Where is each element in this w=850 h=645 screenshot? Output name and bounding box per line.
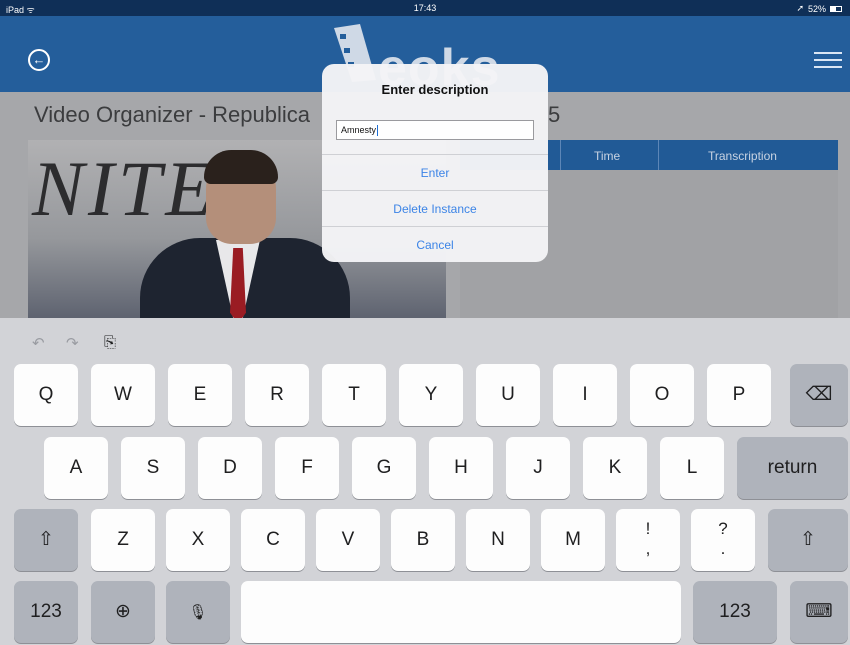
globe-icon: ⊕ [115,601,131,622]
key-question-period[interactable]: ? . [691,509,755,571]
back-arrow-icon: ← [32,52,46,67]
key-x[interactable]: X [166,509,230,571]
key-k[interactable]: K [583,437,647,499]
enter-button[interactable]: Enter [322,154,548,191]
microphone-icon: 🎙 [188,604,208,621]
key-u[interactable]: U [476,364,540,426]
key-h[interactable]: H [429,437,493,499]
speaker-hair [204,150,278,184]
description-input-value: Amnesty [341,125,377,135]
key-r[interactable]: R [245,364,309,426]
space-bar[interactable] [241,581,681,643]
hamburger-menu-button[interactable] [814,52,842,68]
key-f[interactable]: F [275,437,339,499]
key-y[interactable]: Y [399,364,463,426]
shift-key-right[interactable]: ⇧ [768,509,848,571]
key-p[interactable]: P [707,364,771,426]
redo-icon[interactable]: ↷ [66,334,79,352]
key-e[interactable]: E [168,364,232,426]
key-g[interactable]: G [352,437,416,499]
numbers-key-right[interactable]: 123 [693,581,777,643]
globe-key[interactable]: ⊕ [91,581,155,643]
column-transcription[interactable]: Transcription [708,149,777,163]
page-title: Video Organizer - Republica [34,102,310,127]
numbers-key-left[interactable]: 123 [14,581,78,643]
key-period-label: . [720,539,726,558]
backspace-key[interactable]: ⌫ [790,364,848,426]
battery-percent: 52% [807,3,826,14]
page-title-suffix: 5 [548,102,561,127]
shift-icon: ⇧ [38,529,54,550]
key-b[interactable]: B [391,509,455,571]
paste-icon[interactable]: ⎘ [104,334,116,351]
key-d[interactable]: D [198,437,262,499]
dialog-title: Enter description [381,82,489,97]
key-z[interactable]: Z [91,509,155,571]
key-j[interactable]: J [506,437,570,499]
key-o[interactable]: O [630,364,694,426]
status-right: ➚ 52% [796,3,842,14]
cancel-button[interactable]: Cancel [322,226,548,262]
video-background-text: NITE [32,145,218,232]
key-m[interactable]: M [541,509,605,571]
return-key[interactable]: return [737,437,848,499]
key-c[interactable]: C [241,509,305,571]
column-time[interactable]: Time [594,149,620,163]
backspace-icon: ⌫ [805,384,833,405]
shift-key-left[interactable]: ⇧ [14,509,78,571]
key-w[interactable]: W [91,364,155,426]
key-comma-label: , [645,539,651,558]
delete-instance-button[interactable]: Delete Instance [322,190,548,227]
dictation-key[interactable]: 🎙 [166,581,230,643]
hide-keyboard-key[interactable]: ⌨ [790,581,848,643]
key-question-label: ? [718,519,728,538]
key-l[interactable]: L [660,437,724,499]
status-bar: iPad ᯤ 17:43 ➚ 52% [0,0,850,16]
key-exclamation-comma[interactable]: ! , [616,509,680,571]
key-i[interactable]: I [553,364,617,426]
location-icon: ➚ [796,3,804,13]
enter-description-dialog: Enter description Amnesty Enter Delete I… [322,64,548,262]
key-exclamation-label: ! [645,519,651,538]
clock: 17:43 [413,3,437,13]
keyboard-icon: ⌨ [805,601,833,622]
key-n[interactable]: N [466,509,530,571]
key-q[interactable]: Q [14,364,78,426]
shift-icon: ⇧ [800,529,816,550]
key-v[interactable]: V [316,509,380,571]
description-input[interactable]: Amnesty [336,120,534,140]
text-caret [377,125,379,137]
battery-icon [830,5,842,12]
key-s[interactable]: S [121,437,185,499]
onscreen-keyboard: ↶ ↷ ⎘ Q W E R T Y U I O P ⌫ A S D F G H … [0,318,850,645]
key-a[interactable]: A [44,437,108,499]
back-button[interactable]: ← [28,49,50,71]
undo-icon[interactable]: ↶ [32,334,45,352]
key-t[interactable]: T [322,364,386,426]
